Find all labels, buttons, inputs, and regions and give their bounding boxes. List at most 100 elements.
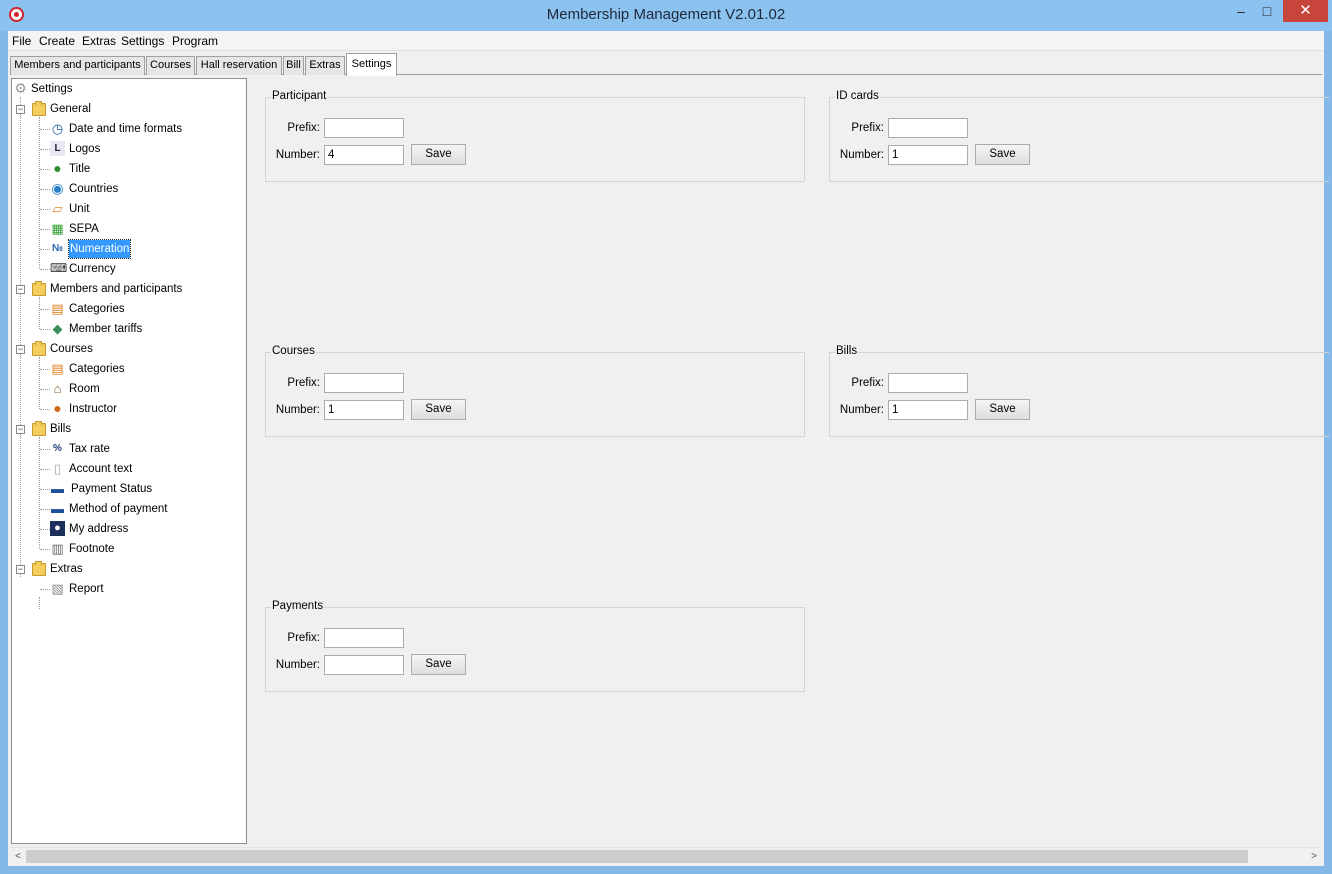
tree-node-members[interactable]: − Members and participants xyxy=(12,280,232,298)
main-window: File Create Extras Settings Program Memb… xyxy=(8,31,1329,866)
tree-label-selected: Numeration xyxy=(67,239,132,259)
group-title: Bills xyxy=(835,345,859,357)
card-icon: ▬ xyxy=(51,501,64,516)
tree-label: Title xyxy=(69,163,91,175)
scrollbar-thumb[interactable] xyxy=(26,850,1248,863)
maximize-button[interactable]: □ xyxy=(1254,0,1280,22)
tree-label: Categories xyxy=(69,303,125,315)
tree-label: Tax rate xyxy=(69,443,110,455)
categories-icon: ▤ xyxy=(51,361,64,376)
menu-extras[interactable]: Extras xyxy=(82,34,116,48)
footer-icon: ▥ xyxy=(51,541,64,556)
courses-group: Courses Prefix: Number: Save xyxy=(265,345,805,437)
tree-label: Settings xyxy=(31,83,73,95)
title-bar: Membership Management V2.01.02 – □ ✕ xyxy=(0,0,1332,31)
bills-group: Bills Prefix: Number: Save xyxy=(829,345,1329,437)
tab-courses[interactable]: Courses xyxy=(146,56,195,75)
id-cards-save-button[interactable]: Save xyxy=(975,144,1030,165)
group-title: Payments xyxy=(271,600,325,612)
unit-icon: ▱ xyxy=(52,201,63,216)
tree-node-bills[interactable]: − Bills xyxy=(12,420,212,438)
tree-label: Account text xyxy=(69,463,133,475)
folder-icon xyxy=(32,101,46,116)
folder-icon xyxy=(32,421,46,436)
logo-icon: L xyxy=(50,141,65,156)
prefix-label: Prefix: xyxy=(287,377,320,389)
globe-icon: ◉ xyxy=(51,180,64,196)
tree-label: My address xyxy=(69,523,129,535)
collapse-icon[interactable]: − xyxy=(16,425,25,434)
document-icon: ▯ xyxy=(53,461,62,476)
group-title: Courses xyxy=(271,345,316,357)
scroll-right-icon[interactable]: > xyxy=(1307,848,1321,865)
tab-hall-reservation[interactable]: Hall reservation xyxy=(196,56,282,75)
participant-save-button[interactable]: Save xyxy=(411,144,466,165)
number-label: Number: xyxy=(275,659,320,671)
tree-label: Footnote xyxy=(69,543,115,555)
close-button[interactable]: ✕ xyxy=(1283,0,1328,22)
tree-node-general[interactable]: − General xyxy=(12,100,212,118)
tree-label: Method of payment xyxy=(69,503,168,515)
menu-create[interactable]: Create xyxy=(39,34,75,48)
tab-bill[interactable]: Bill xyxy=(283,56,304,75)
tree-node-courses[interactable]: − Courses xyxy=(12,340,212,358)
tree-label: General xyxy=(50,103,91,115)
gear-icon: ⚙ xyxy=(14,80,27,96)
tree-label: Extras xyxy=(50,563,83,575)
payments-save-button[interactable]: Save xyxy=(411,654,466,675)
id-cards-prefix-input[interactable] xyxy=(888,118,968,138)
tree-label: Report xyxy=(69,583,104,595)
tree-label: SEPA xyxy=(69,223,99,235)
settings-tree: ⚙ Settings − General ◷ Date and time for… xyxy=(11,78,247,844)
payments-prefix-input[interactable] xyxy=(324,628,404,648)
courses-number-input[interactable] xyxy=(324,400,404,420)
menu-settings[interactable]: Settings xyxy=(121,34,164,48)
person-icon: ● xyxy=(53,160,62,176)
numero-icon: № xyxy=(51,243,64,254)
prefix-label: Prefix: xyxy=(287,122,320,134)
tab-extras[interactable]: Extras xyxy=(305,56,345,75)
bills-number-input[interactable] xyxy=(888,400,968,420)
bills-save-button[interactable]: Save xyxy=(975,399,1030,420)
tab-members-and-participants[interactable]: Members and participants xyxy=(10,56,145,75)
tree-label: Members and participants xyxy=(50,283,183,295)
menu-program[interactable]: Program xyxy=(172,34,218,48)
grid-icon: ▦ xyxy=(51,221,64,236)
scroll-left-icon[interactable]: < xyxy=(11,848,25,865)
categories-icon: ▤ xyxy=(51,301,64,316)
number-label: Number: xyxy=(839,149,884,161)
group-title: ID cards xyxy=(835,90,880,102)
courses-save-button[interactable]: Save xyxy=(411,399,466,420)
number-label: Number: xyxy=(275,404,320,416)
tag-icon: ◆ xyxy=(52,321,63,336)
cash-register-icon: ⌨ xyxy=(50,261,68,275)
id-cards-group: ID cards Prefix: Number: Save xyxy=(829,90,1329,182)
payments-number-input[interactable] xyxy=(324,655,404,675)
payments-group: Payments Prefix: Number: Save xyxy=(265,600,805,692)
contact-icon: ● xyxy=(50,521,65,536)
card-icon: ▬ xyxy=(51,481,64,496)
collapse-icon[interactable]: − xyxy=(16,105,25,114)
prefix-label: Prefix: xyxy=(851,377,884,389)
prefix-label: Prefix: xyxy=(851,122,884,134)
collapse-icon[interactable]: − xyxy=(16,285,25,294)
collapse-icon[interactable]: − xyxy=(16,565,25,574)
tab-settings[interactable]: Settings xyxy=(346,53,397,76)
tree-label: Currency xyxy=(69,263,116,275)
courses-prefix-input[interactable] xyxy=(324,373,404,393)
bills-prefix-input[interactable] xyxy=(888,373,968,393)
prefix-label: Prefix: xyxy=(287,632,320,644)
minimize-button[interactable]: – xyxy=(1227,0,1255,22)
tree-node-extras[interactable]: − Extras xyxy=(12,560,212,578)
horizontal-scrollbar[interactable]: < > xyxy=(11,847,1321,864)
menu-file[interactable]: File xyxy=(12,34,31,48)
tab-strip: Members and participants Courses Hall re… xyxy=(10,53,1322,76)
participant-number-input[interactable] xyxy=(324,145,404,165)
collapse-icon[interactable]: − xyxy=(16,345,25,354)
percent-icon: % xyxy=(53,443,62,454)
tree-label: Payment Status xyxy=(71,483,153,495)
participant-prefix-input[interactable] xyxy=(324,118,404,138)
window-title: Membership Management V2.01.02 xyxy=(546,6,786,23)
house-icon: ⌂ xyxy=(53,381,62,396)
id-cards-number-input[interactable] xyxy=(888,145,968,165)
